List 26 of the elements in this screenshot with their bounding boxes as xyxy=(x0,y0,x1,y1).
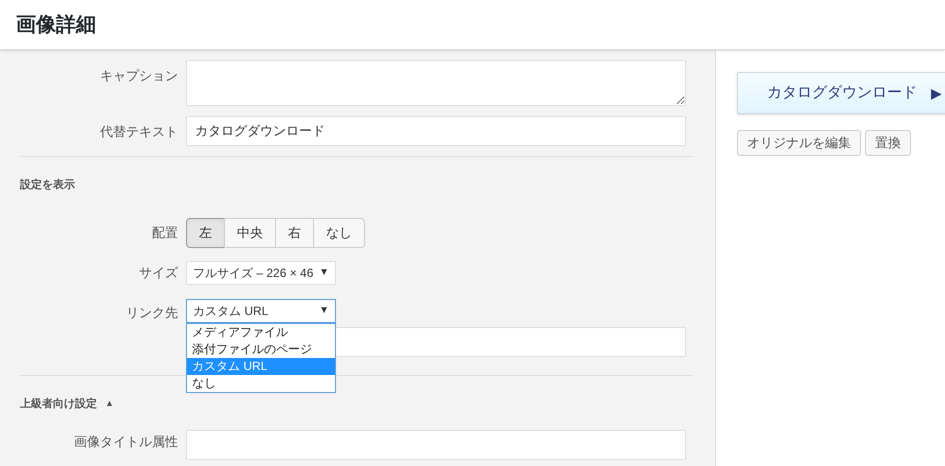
action-button[interactable]: 置換 xyxy=(865,130,911,156)
field-label: 画像タイトル属性 xyxy=(73,433,179,451)
section-heading: 設定を表示 xyxy=(20,178,76,193)
field-label: サイズ xyxy=(138,264,179,282)
field-label: キャプション xyxy=(99,67,179,85)
link-select[interactable]: カスタム URL ▼ xyxy=(186,298,336,322)
action-button[interactable]: オリジナルを編集 xyxy=(737,130,861,156)
title-attribute-field[interactable] xyxy=(186,430,686,460)
field-label: 代替テキスト xyxy=(99,123,179,141)
caption-field[interactable] xyxy=(186,60,686,106)
section-heading[interactable]: 上級者向け設定 xyxy=(20,396,97,412)
alignment-button[interactable]: 中央 xyxy=(224,218,276,248)
field-label: 配置 xyxy=(151,224,179,242)
field-label: リンク先 xyxy=(125,304,179,322)
banner-text: カタログダウンロード xyxy=(767,82,917,103)
dropdown-option[interactable]: メディアファイル xyxy=(187,324,335,340)
alt-text-field[interactable]: カタログダウンロード xyxy=(186,116,686,146)
alignment-button[interactable]: なし xyxy=(313,218,365,248)
expand-toggle[interactable]: ▲ xyxy=(105,397,114,410)
play-icon: ▶ xyxy=(931,82,942,104)
dropdown-option[interactable]: なし xyxy=(187,374,335,392)
size-select[interactable]: フルサイズ – 226 × 46 ▼ xyxy=(186,260,336,284)
dropdown-option[interactable]: 添付ファイルのページ xyxy=(187,340,335,358)
alignment-button[interactable]: 右 xyxy=(275,218,314,248)
alignment-button[interactable]: 左 xyxy=(186,218,225,248)
page-title: 画像詳細 xyxy=(16,12,96,38)
